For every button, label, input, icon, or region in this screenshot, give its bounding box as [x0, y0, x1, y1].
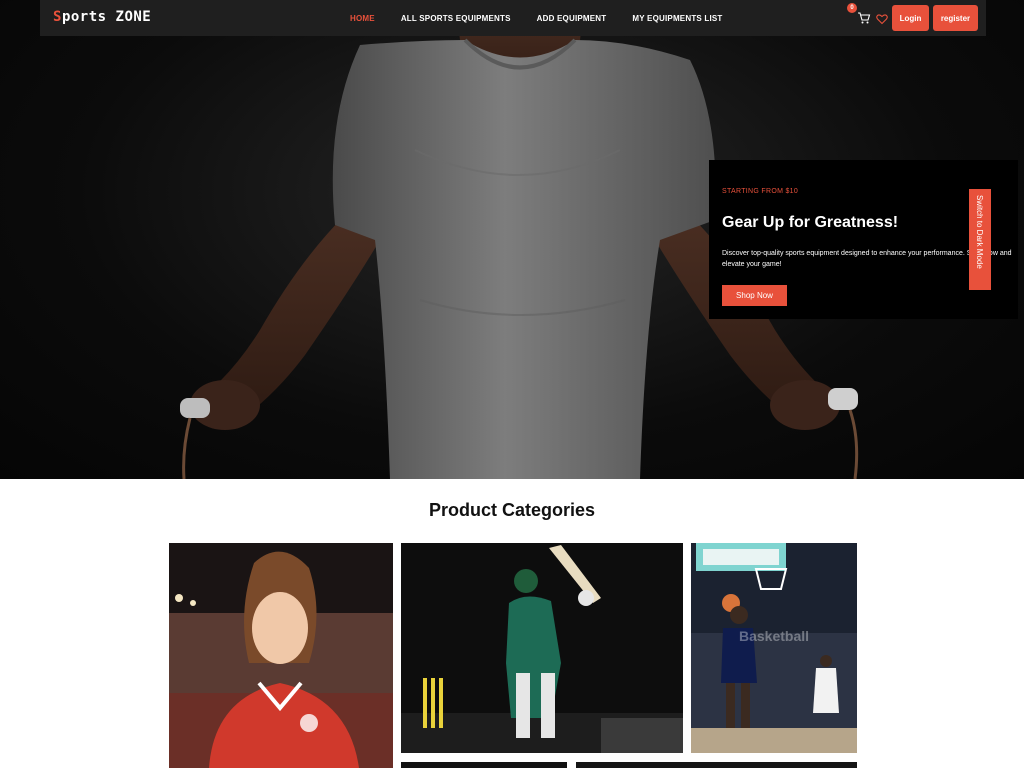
- nav-home[interactable]: HOME: [350, 14, 375, 23]
- promo-kicker: STARTING FROM $10: [722, 188, 799, 195]
- heart-icon: [876, 14, 888, 25]
- category-card-row2-2[interactable]: [576, 762, 857, 768]
- category-label-basketball: Basketball: [739, 628, 810, 644]
- category-card-cricket[interactable]: [401, 543, 683, 753]
- top-navbar: Sports ZONE HOME ALL SPORTS EQUIPMENTS A…: [40, 0, 986, 36]
- brand-logo-text: ports ZONE: [61, 9, 152, 25]
- wishlist-button[interactable]: [876, 12, 888, 25]
- basketball-player-image: [691, 543, 857, 753]
- nav-actions: 0 Login register: [847, 3, 978, 31]
- shop-now-button[interactable]: Shop Now: [722, 285, 787, 306]
- promo-title: Gear Up for Greatness!: [722, 214, 899, 231]
- login-button[interactable]: Login: [892, 5, 929, 31]
- brand-logo[interactable]: Sports ZONE: [53, 9, 151, 25]
- nav-all-sports-equipments[interactable]: ALL SPORTS EQUIPMENTS: [401, 14, 511, 23]
- nav-my-equipments-list[interactable]: MY EQUIPMENTS LIST: [632, 14, 722, 23]
- category-card-basketball[interactable]: Basketball: [691, 543, 857, 753]
- register-button[interactable]: register: [933, 5, 978, 31]
- nav-add-equipment[interactable]: ADD EQUIPMENT: [537, 14, 607, 23]
- cart-icon: [858, 12, 871, 24]
- category-card-soccer[interactable]: [169, 543, 393, 768]
- dark-mode-toggle[interactable]: Switch to Dark Mode: [969, 189, 991, 290]
- cart-button[interactable]: 0: [847, 3, 871, 25]
- dark-mode-toggle-label: Switch to Dark Mode: [975, 195, 984, 269]
- soccer-player-image: [169, 543, 393, 768]
- nav-links: HOME ALL SPORTS EQUIPMENTS ADD EQUIPMENT…: [350, 0, 749, 36]
- cricket-player-image: [401, 543, 683, 753]
- section-title-categories: Product Categories: [428, 500, 596, 520]
- category-card-row2-1[interactable]: [401, 762, 567, 768]
- cart-count-badge: 0: [847, 3, 857, 13]
- brand-logo-initial: S: [53, 9, 62, 25]
